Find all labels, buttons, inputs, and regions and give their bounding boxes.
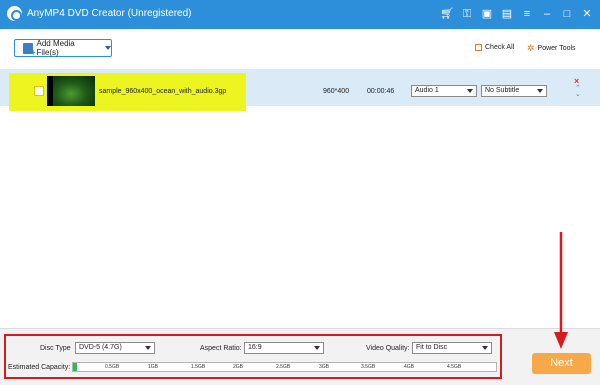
aspect-ratio-value: 16:9	[248, 344, 262, 351]
power-tools-label: Power Tools	[537, 45, 576, 52]
chevron-down-icon[interactable]	[105, 46, 111, 50]
power-tools-icon: ✲	[527, 43, 535, 53]
file-duration: 00:00:46	[367, 88, 395, 95]
reorder-icon[interactable]: ⌃ ⌄	[575, 85, 581, 98]
subtitle-select[interactable]: No Subtitle	[481, 85, 547, 97]
chevron-down-icon	[467, 89, 473, 93]
cart-icon[interactable]: 🛒︎	[440, 5, 454, 23]
check-all[interactable]: Check All	[475, 44, 514, 51]
file-resolution: 960*400	[323, 88, 350, 95]
chevron-down-icon	[537, 89, 543, 93]
add-media-button[interactable]: Add Media File(s)	[14, 39, 112, 57]
power-tools-button[interactable]: ✲ Power Tools	[527, 43, 576, 54]
capacity-tick-label: 0.5GB	[105, 364, 120, 370]
estimated-capacity-label: Estimated Capacity:	[8, 364, 71, 371]
title-bar-controls: 🛒︎ ⚿ ▣ ▤ ≡ – □ ✕	[440, 5, 594, 23]
settings-highlight-annotation	[4, 334, 502, 379]
file-name: sample_960x400_ocean_with_audio.3gp	[99, 88, 227, 95]
app-logo-icon	[7, 6, 22, 21]
capacity-bar: 0.5GB 1GB 1.5GB 2GB 2.5GB 3GB 3.5GB 4GB 4.5GB	[72, 362, 497, 372]
check-all-label: Check All	[485, 44, 515, 51]
capacity-tick-label: 4.5GB	[447, 364, 462, 370]
minimize-icon[interactable]: –	[540, 5, 554, 23]
register-key-icon[interactable]: ⚿	[460, 5, 474, 23]
feedback-icon[interactable]: ▤	[500, 5, 514, 23]
file-checkbox[interactable]	[34, 86, 44, 96]
next-button[interactable]: Next	[532, 353, 591, 374]
video-quality-select[interactable]: Fit to Disc	[412, 342, 492, 354]
title-bar: AnyMP4 DVD Creator (Unregistered) 🛒︎ ⚿ ▣…	[0, 0, 600, 29]
aspect-ratio-select[interactable]: 16:9	[244, 342, 324, 354]
subtitle-value: No Subtitle	[485, 87, 520, 94]
audio-track-value: Audio 1	[415, 87, 439, 94]
capacity-tick-label: 3GB	[319, 364, 330, 370]
chevron-down-icon	[145, 346, 151, 350]
add-media-label: Add Media File(s)	[36, 39, 75, 57]
chevron-down-icon	[314, 346, 320, 350]
aspect-ratio-label: Aspect Ratio:	[200, 345, 242, 352]
app-title: AnyMP4 DVD Creator (Unregistered)	[27, 8, 192, 19]
chevron-down-icon	[482, 346, 488, 350]
capacity-tick-label: 2.5GB	[276, 364, 291, 370]
disc-type-value: DVD-5 (4.7G)	[79, 344, 122, 351]
gift-icon[interactable]: ▣	[480, 5, 494, 23]
capacity-used-fill	[73, 363, 77, 371]
capacity-tick-label: 4GB	[404, 364, 415, 370]
video-quality-label: Video Quality:	[366, 345, 410, 352]
capacity-tick-label: 3.5GB	[361, 364, 376, 370]
disc-type-label: Disc Type	[40, 345, 71, 352]
video-thumbnail[interactable]	[47, 76, 95, 106]
audio-track-select[interactable]: Audio 1	[411, 85, 477, 97]
capacity-tick-label: 1.5GB	[191, 364, 206, 370]
capacity-tick-label: 1GB	[148, 364, 159, 370]
disc-type-select[interactable]: DVD-5 (4.7G)	[75, 342, 155, 354]
add-file-icon	[23, 42, 35, 57]
menu-icon[interactable]: ≡	[520, 5, 534, 23]
toolbar: Add Media File(s) Check All ✲ Power Tool…	[0, 29, 600, 69]
maximize-icon[interactable]: □	[560, 5, 574, 23]
close-icon[interactable]: ✕	[580, 5, 594, 23]
video-quality-value: Fit to Disc	[416, 344, 448, 351]
check-all-checkbox[interactable]	[475, 44, 482, 51]
capacity-tick-label: 2GB	[233, 364, 244, 370]
red-arrow-annotation	[554, 232, 568, 349]
